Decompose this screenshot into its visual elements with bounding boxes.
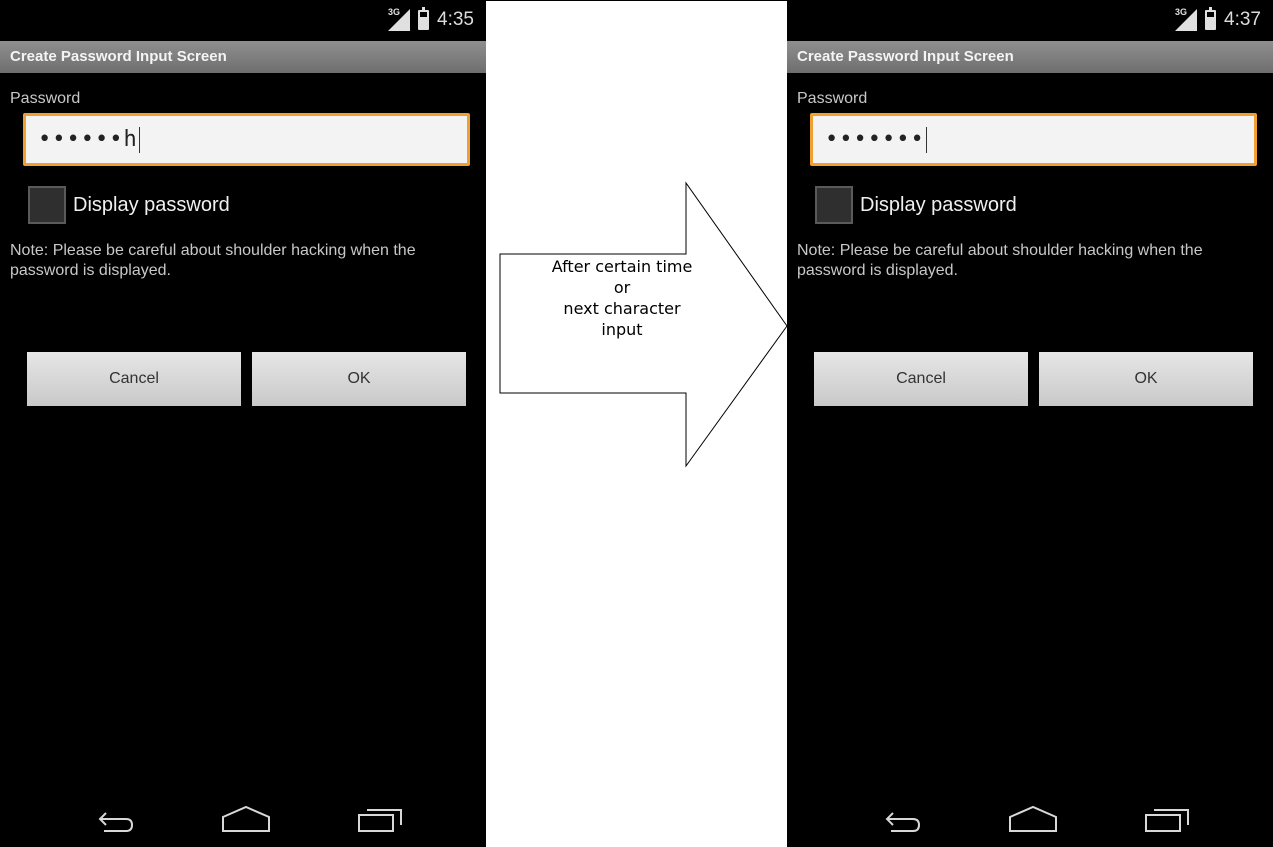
battery-icon (418, 7, 430, 30)
display-password-toggle[interactable]: Display password (815, 186, 1017, 224)
status-bar: 3G 4:37 (787, 0, 1273, 40)
navigation-bar (0, 791, 486, 847)
transition-line-1: After certain time (551, 257, 693, 276)
app-title-bar: Create Password Input Screen (0, 41, 486, 73)
display-password-toggle[interactable]: Display password (28, 186, 230, 224)
status-time: 4:35 (437, 9, 474, 30)
recent-apps-icon[interactable] (1142, 805, 1194, 835)
password-label: Password (797, 90, 868, 107)
recent-apps-icon[interactable] (355, 805, 407, 835)
status-icons: 3G 4:35 (388, 7, 474, 32)
phone-screen-before: 3G 4:35 Create Password Input Screen Pas… (0, 0, 486, 847)
phone-screen-after: 3G 4:37 Create Password Input Screen Pas… (787, 0, 1273, 847)
password-input[interactable]: ••••••h (23, 113, 470, 166)
transition-line-2: or (613, 278, 631, 297)
display-password-checkbox[interactable] (28, 186, 66, 224)
back-icon[interactable] (92, 805, 142, 835)
password-label: Password (10, 90, 81, 107)
shoulder-hacking-note: Note: Please be careful about shoulder h… (797, 242, 1203, 279)
password-value: ••••••h (38, 127, 138, 152)
network-type: 3G (1175, 7, 1188, 17)
status-time: 4:37 (1224, 9, 1261, 30)
transition-line-4: input (601, 320, 643, 339)
display-password-label: Display password (73, 193, 230, 216)
ok-button[interactable]: OK (1039, 352, 1253, 406)
signal-icon: 3G (388, 7, 411, 31)
ok-button[interactable]: OK (252, 352, 466, 406)
cancel-button[interactable]: Cancel (814, 352, 1028, 406)
password-value: ••••••• (825, 127, 925, 152)
cancel-button[interactable]: Cancel (27, 352, 241, 406)
status-bar: 3G 4:35 (0, 0, 486, 40)
shoulder-hacking-note: Note: Please be careful about shoulder h… (10, 242, 416, 279)
text-cursor (925, 126, 927, 153)
transition-line-3: next character (563, 299, 681, 318)
display-password-checkbox[interactable] (815, 186, 853, 224)
home-icon[interactable] (1006, 805, 1060, 835)
navigation-bar (787, 791, 1273, 847)
network-type: 3G (388, 7, 401, 17)
signal-icon: 3G (1175, 7, 1198, 31)
text-cursor (138, 126, 140, 153)
status-icons: 3G 4:37 (1175, 7, 1261, 32)
battery-icon (1205, 7, 1217, 30)
back-icon[interactable] (879, 805, 929, 835)
password-input[interactable]: ••••••• (810, 113, 1257, 166)
app-title-bar: Create Password Input Screen (787, 41, 1273, 73)
display-password-label: Display password (860, 193, 1017, 216)
transition-caption: After certain time or next character inp… (512, 256, 732, 340)
home-icon[interactable] (219, 805, 273, 835)
